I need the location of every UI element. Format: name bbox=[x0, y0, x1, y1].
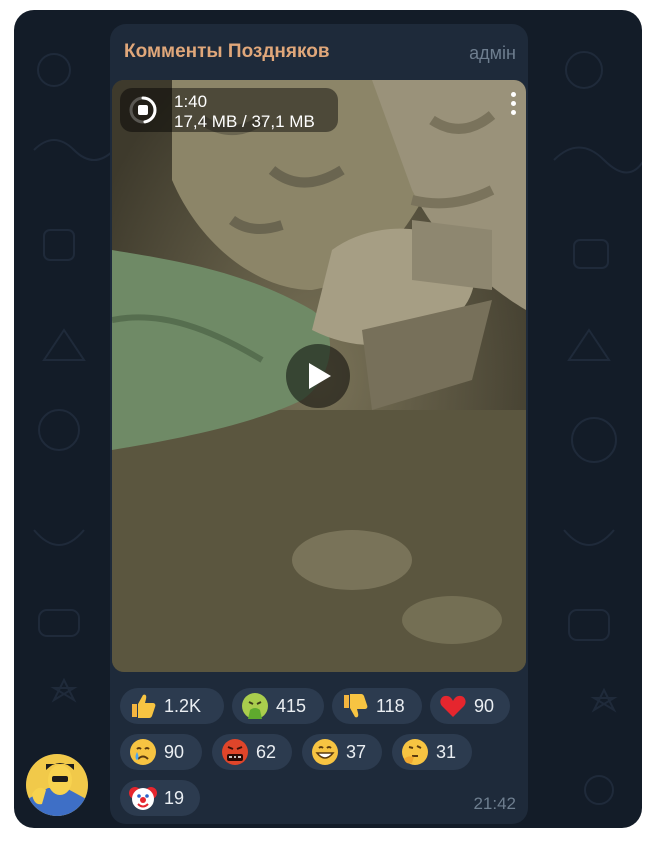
thumbs-up-icon bbox=[132, 694, 156, 718]
reaction-count: 90 bbox=[474, 695, 495, 716]
channel-name[interactable]: Комменты Поздняков bbox=[124, 41, 330, 63]
reaction-thinking-face[interactable]: 31 bbox=[392, 734, 472, 770]
reaction-count: 118 bbox=[376, 695, 405, 716]
video-info-overlay: 1:40 17,4 MB / 37,1 MB bbox=[120, 88, 338, 132]
admin-badge: адмін bbox=[469, 43, 516, 63]
thumbs-down-icon bbox=[344, 694, 368, 718]
message-timestamp: 21:42 bbox=[473, 794, 516, 813]
reaction-thumbs-down[interactable]: 118 bbox=[332, 688, 422, 724]
reaction-vomiting-face[interactable]: 415 bbox=[232, 688, 324, 724]
play-icon bbox=[309, 363, 331, 389]
reaction-count: 31 bbox=[436, 741, 457, 762]
reaction-count: 415 bbox=[276, 695, 307, 716]
play-button[interactable] bbox=[286, 344, 350, 408]
face-with-symbols-on-mouth-icon bbox=[222, 739, 248, 765]
crying-face-icon bbox=[130, 739, 156, 765]
chat-window: Комменты Поздняков адмін 1:40 17,4 MB / … bbox=[14, 10, 642, 828]
reaction-red-heart[interactable]: 90 bbox=[430, 688, 510, 724]
channel-avatar[interactable] bbox=[26, 754, 88, 816]
reaction-face-with-symbols[interactable]: 62 bbox=[212, 734, 292, 770]
reaction-count: 1.2K bbox=[164, 695, 202, 716]
red-heart-icon bbox=[440, 695, 466, 717]
grinning-face-icon bbox=[312, 739, 338, 765]
reaction-grinning-face[interactable]: 37 bbox=[302, 734, 382, 770]
video-duration: 1:40 bbox=[174, 92, 208, 111]
download-progress-icon[interactable] bbox=[128, 95, 158, 125]
thinking-face-icon bbox=[402, 739, 428, 765]
reaction-count: 19 bbox=[164, 787, 185, 808]
video-file-size: 17,4 MB / 37,1 MB bbox=[174, 112, 315, 131]
clown-face-icon bbox=[129, 787, 157, 810]
reaction-thumbs-up[interactable]: 1.2K bbox=[120, 688, 224, 724]
reaction-count: 62 bbox=[256, 741, 277, 762]
reaction-clown-face[interactable]: 19 bbox=[120, 780, 200, 816]
reaction-count: 90 bbox=[164, 741, 185, 762]
reaction-crying-face[interactable]: 90 bbox=[120, 734, 202, 770]
message-bubble[interactable]: Комменты Поздняков адмін 1:40 17,4 MB / … bbox=[110, 24, 528, 824]
video-attachment[interactable]: 1:40 17,4 MB / 37,1 MB bbox=[112, 80, 526, 672]
more-vertical-icon[interactable] bbox=[508, 92, 518, 122]
reaction-count: 37 bbox=[346, 741, 367, 762]
vomiting-face-icon bbox=[242, 693, 268, 719]
avatar-image bbox=[26, 754, 88, 816]
